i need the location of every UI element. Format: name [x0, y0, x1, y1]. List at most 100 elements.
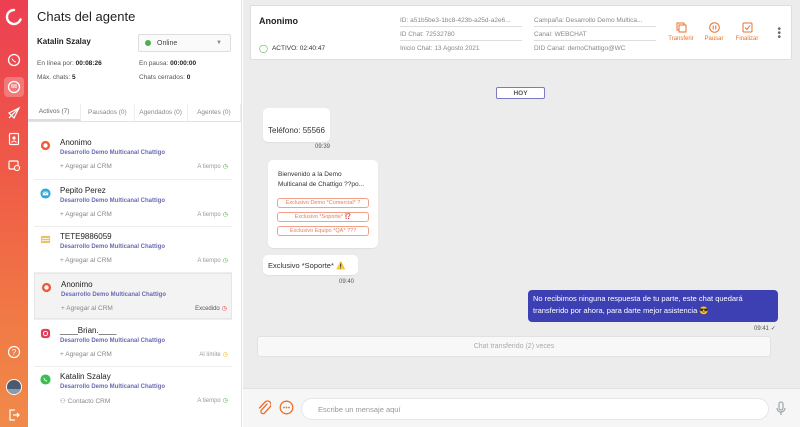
message-text: Exclusivo *Soporte* ⚠️	[268, 261, 346, 270]
status-select[interactable]: Online ▼	[138, 34, 231, 52]
tab-active[interactable]: Activos (7)	[28, 104, 82, 121]
pause-icon	[708, 22, 720, 33]
message-input[interactable]: Escribe un mensaje aquí	[301, 398, 769, 420]
chat-list-item[interactable]: ____Brian.____ Desarrollo Demo Multicana…	[34, 320, 232, 366]
message-time: 09:41 ✓	[754, 326, 776, 332]
finish-button[interactable]: Finalizar	[729, 22, 765, 42]
clock-icon: ◷	[222, 258, 228, 264]
schedule-nav-icon[interactable]	[4, 155, 24, 175]
chat-campaign: Desarrollo Demo Multicanal Chattigo	[60, 198, 166, 204]
chat-campaign: Desarrollo Demo Multicanal Chattigo	[61, 292, 167, 298]
sms-icon	[40, 235, 51, 244]
chat-campaign-info: Campaña: Desarrollo Demo Multica...	[534, 17, 656, 27]
chat-status: Al límite ◷	[199, 351, 228, 359]
add-crm-link[interactable]: + Agregar al CRM	[60, 257, 112, 264]
agent-panel: Chats del agente Katalin Szalay Online ▼…	[28, 0, 262, 427]
chat-campaign: Desarrollo Demo Multicanal Chattigo	[60, 150, 166, 156]
message-time: 09:40	[339, 279, 355, 285]
quick-reply-option[interactable]: Exclusivo Equipo *QA* ???	[277, 226, 369, 236]
message-time: 09:39	[315, 144, 331, 150]
clock-icon: ◷	[222, 212, 228, 218]
closed-chats-stat: Chats cerrados: 0	[139, 74, 191, 81]
chat-uuid: ID: a51b5be3-1bc8-423b-a25d-a2e6...	[400, 17, 522, 27]
logout-icon[interactable]	[4, 405, 24, 425]
finish-icon	[742, 22, 752, 33]
day-divider: HOY	[496, 87, 545, 99]
chat-list-item[interactable]: Anonimo Desarrollo Demo Multicanal Chatt…	[34, 132, 232, 178]
person-icon: ⚇	[60, 398, 66, 405]
chat-list-item[interactable]: Katalin Szalay Desarrollo Demo Multicana…	[34, 366, 232, 412]
tab-agents[interactable]: Agentes (0)	[188, 104, 241, 121]
clock-icon: ◷	[222, 164, 228, 170]
conversation-pane: Anonimo ◯ ACTIVO: 02:40:47 ID: a51b5be3-…	[243, 0, 800, 427]
quick-reply-option[interactable]: Exclusivo *Soporte* ⁉️	[277, 212, 369, 222]
instagram-icon	[40, 328, 51, 339]
chat-name: Katalin Szalay	[60, 372, 111, 381]
chat-status: Excedido ◷	[195, 305, 227, 313]
add-crm-link[interactable]: + Agregar al CRM	[60, 163, 112, 170]
contacts-nav-icon[interactable]	[4, 129, 24, 149]
quick-reply-option[interactable]: Exclusivo Demo *Comercial* ?	[277, 198, 369, 208]
transfer-icon	[676, 22, 686, 33]
chat-status: A tiempo ◷	[197, 211, 228, 219]
tab-paused[interactable]: Pausados (0)	[81, 104, 135, 121]
agent-name: Katalin Szalay	[37, 37, 91, 46]
contact-name: Anonimo	[259, 16, 298, 26]
incoming-message: Teléfono: 55566	[263, 108, 330, 142]
avatar[interactable]	[4, 377, 24, 397]
paused-time-stat: En pausa: 00:00:00	[139, 60, 197, 67]
status-value: Online	[157, 39, 178, 47]
svg-text:?: ?	[12, 348, 17, 357]
chattigo-logo-icon	[4, 7, 24, 27]
transfer-button[interactable]: Transferir	[663, 22, 699, 42]
chat-list-item[interactable]: TETE9886059 Desarrollo Demo Multicanal C…	[34, 226, 232, 272]
emoji-chat-icon[interactable]	[279, 400, 294, 420]
chat-name: Pepito Perez	[60, 186, 106, 195]
app-root: ? Chats del agente Katalin Szalay Online…	[0, 0, 800, 427]
more-vertical-icon[interactable]: • • •	[777, 25, 781, 43]
clock-icon: ◷	[221, 306, 227, 312]
chat-start: Inicio Chat: 13 Agosto 2021	[400, 45, 480, 52]
webchat-icon	[40, 140, 51, 151]
chat-id: ID Chat: 72532780	[400, 31, 522, 41]
chat-list-item[interactable]: Pepito Perez Desarrollo Demo Multicanal …	[34, 180, 232, 226]
panel-title: Chats del agente	[37, 9, 136, 24]
chat-campaign: Desarrollo Demo Multicanal Chattigo	[60, 384, 166, 390]
transfer-note: Chat transferido (2) veces	[257, 336, 771, 357]
add-crm-link[interactable]: + Agregar al CRM	[60, 351, 112, 358]
chat-campaign: Desarrollo Demo Multicanal Chattigo	[60, 244, 166, 250]
composer: Escribe un mensaje aquí	[243, 388, 800, 427]
chat-status: A tiempo ◷	[197, 397, 228, 405]
chat-name: TETE9886059	[60, 232, 112, 241]
chat-status: A tiempo ◷	[197, 163, 228, 171]
add-crm-link[interactable]: + Agregar al CRM	[61, 305, 113, 312]
microphone-icon[interactable]	[776, 401, 786, 421]
clock-icon: ◷	[222, 352, 228, 358]
nav-rail: ?	[0, 0, 28, 427]
online-time-stat: En línea por: 00:08:26	[37, 60, 102, 67]
tab-scheduled[interactable]: Agendados (0)	[135, 104, 188, 121]
contact-crm-link[interactable]: ⚇ Contacto CRM	[60, 397, 110, 405]
chat-list-item-selected[interactable]: Anonimo Desarrollo Demo Multicanal Chatt…	[34, 273, 232, 319]
chat-did: DID Canal: demoChattigo@WC	[534, 45, 626, 52]
add-crm-link[interactable]: + Agregar al CRM	[60, 211, 112, 218]
attach-icon[interactable]	[257, 400, 272, 421]
chat-tabs: Activos (7) Pausados (0) Agendados (0) A…	[28, 104, 241, 122]
message-text: Bienvenido a la Demo Multicanal de Chatt…	[278, 171, 364, 188]
chat-channel: Canal: WEBCHAT	[534, 31, 656, 41]
incoming-message: Exclusivo *Soporte* ⚠️	[263, 255, 358, 275]
message-text: Teléfono: 55566	[268, 126, 325, 135]
check-circle-icon: ◯	[259, 44, 268, 53]
sent-check-icon: ✓	[770, 326, 776, 332]
chevron-down-icon: ▼	[216, 40, 222, 46]
help-icon[interactable]: ?	[4, 342, 24, 362]
whatsapp-icon	[40, 374, 51, 385]
online-dot-icon	[145, 40, 151, 46]
chat-name: ____Brian.____	[60, 326, 117, 335]
pause-button[interactable]: Pausar	[696, 22, 732, 42]
whatsapp-nav-icon[interactable]	[4, 50, 24, 70]
chats-nav-icon[interactable]	[4, 77, 24, 97]
campaign-nav-icon[interactable]	[4, 103, 24, 123]
chat-campaign: Desarrollo Demo Multicanal Chattigo	[60, 338, 166, 344]
email-icon	[40, 188, 51, 199]
